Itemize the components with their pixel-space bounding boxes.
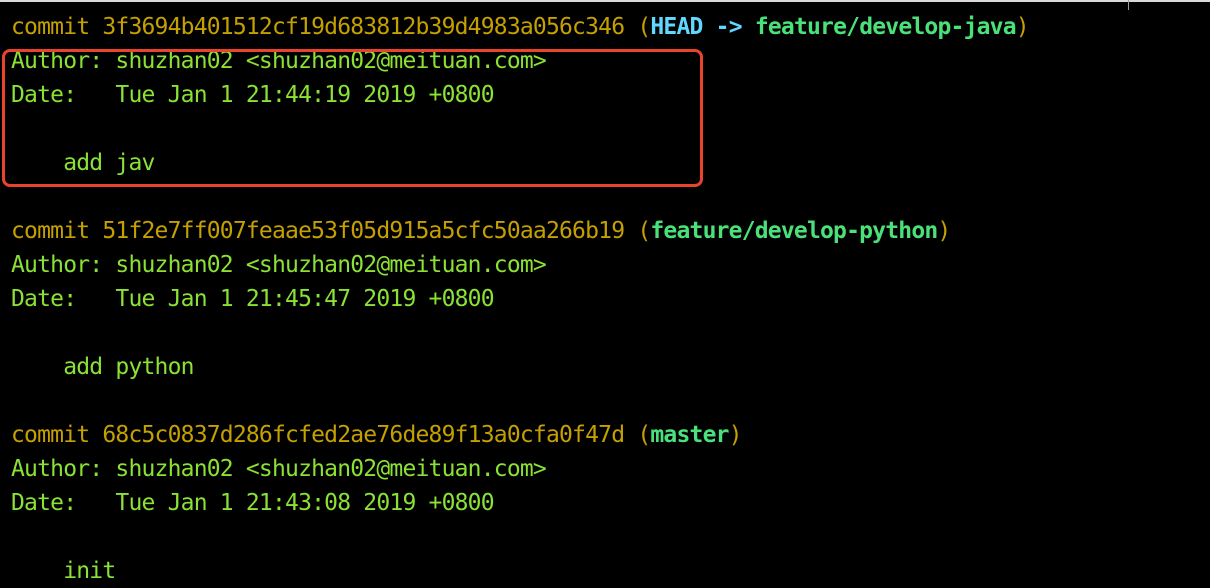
date-line-2: Date: Tue Jan 1 21:45:47 2019 +0800 (11, 282, 495, 316)
ref-open-paren: ( (637, 14, 651, 40)
ref-close-paren: ) (1015, 14, 1030, 40)
commit-message-2: add python (11, 350, 194, 384)
commit-header-3: commit 68c5c0837d286fcfed2ae76de89f13a0c… (11, 418, 743, 452)
window-top-edge (0, 0, 1210, 2)
author-label: Author: (11, 252, 103, 278)
date-value: Tue Jan 1 21:43:08 2019 +0800 (115, 490, 494, 516)
head-arrow: -> (715, 14, 743, 40)
terminal-window[interactable]: commit 3f3694b401512cf19d683812b39d4983a… (0, 0, 1210, 586)
commit-keyword: commit (11, 422, 90, 448)
commit-keyword: commit (11, 218, 90, 244)
commit-message: init (63, 558, 116, 584)
branch-ref: master (650, 422, 729, 448)
commit-hash: 68c5c0837d286fcfed2ae76de89f13a0cfa0f47d (102, 422, 625, 448)
date-line-3: Date: Tue Jan 1 21:43:08 2019 +0800 (11, 486, 495, 520)
author-line-2: Author: shuzhan02 <shuzhan02@meituan.com… (11, 248, 547, 282)
highlight-annotation-box (2, 49, 703, 187)
author-label: Author: (11, 456, 103, 482)
branch-ref: feature/develop-python (650, 218, 938, 244)
branch-ref: feature/develop-java (754, 14, 1017, 40)
pane-divider (1128, 0, 1129, 10)
date-label: Date: (11, 490, 77, 516)
ref-close-paren: ) (937, 218, 951, 244)
author-value: shuzhan02 <shuzhan02@meituan.com> (115, 456, 546, 482)
author-line-3: Author: shuzhan02 <shuzhan02@meituan.com… (11, 452, 547, 486)
commit-message-3: init (11, 554, 116, 588)
commit-header-2: commit 51f2e7ff007feaae53f05d915a5cfc50a… (11, 214, 951, 248)
ref-open-paren: ( (637, 218, 651, 244)
commit-keyword: commit (11, 14, 90, 40)
commit-hash: 3f3694b401512cf19d683812b39d4983a056c346 (102, 14, 625, 40)
date-label: Date: (11, 286, 77, 312)
author-value: shuzhan02 <shuzhan02@meituan.com> (115, 252, 546, 278)
date-value: Tue Jan 1 21:45:47 2019 +0800 (115, 286, 494, 312)
commit-message: add python (63, 354, 194, 380)
ref-open-paren: ( (637, 422, 651, 448)
commit-header-1: commit 3f3694b401512cf19d683812b39d4983a… (11, 10, 1030, 44)
ref-close-paren: ) (728, 422, 743, 448)
head-ref: HEAD (650, 14, 703, 40)
commit-hash: 51f2e7ff007feaae53f05d915a5cfc50aa266b19 (102, 218, 625, 244)
